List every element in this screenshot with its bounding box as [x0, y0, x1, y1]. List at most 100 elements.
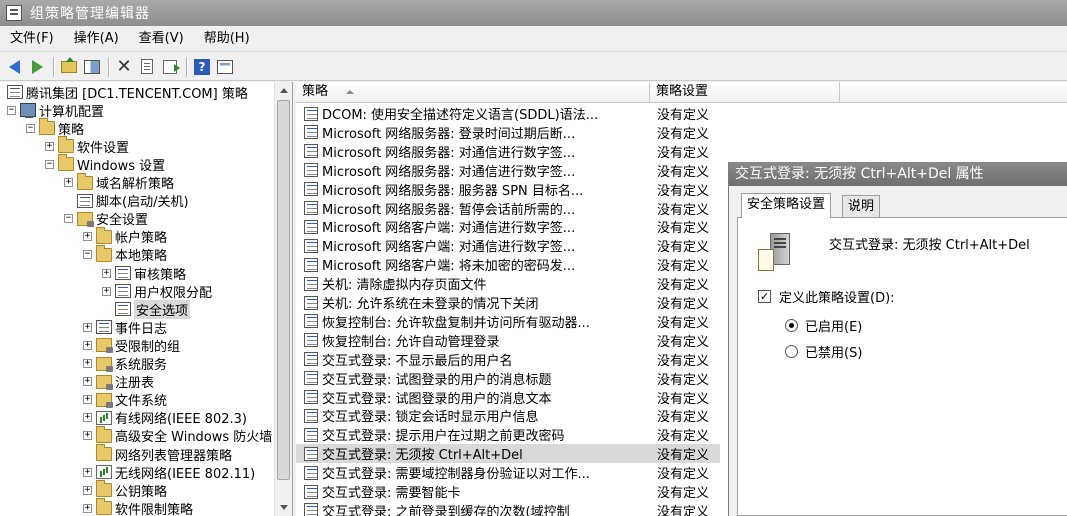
properties-icon — [141, 59, 153, 74]
tree-node[interactable]: 安全选项 — [102, 299, 191, 319]
menu-view[interactable]: 查看(V) — [129, 26, 194, 52]
lockfolder-icon — [77, 211, 94, 227]
policy-name: 交互式登录: 试图登录的用户的消息文本 — [322, 391, 552, 407]
tree-node[interactable]: − Windows 设置 — [45, 154, 165, 174]
policy-item-icon — [304, 408, 318, 423]
policy-item-icon — [304, 352, 318, 367]
bars-icon — [96, 410, 112, 425]
expand-icon[interactable]: + — [45, 141, 54, 151]
collapse-icon[interactable]: − — [64, 214, 73, 224]
radio-disabled[interactable] — [785, 345, 798, 358]
lockfolder-icon — [96, 392, 113, 408]
tree-node[interactable]: + 无线网络(IEEE 802.11) — [83, 463, 255, 482]
tree-node-label: 系统服务 — [115, 358, 168, 373]
tab-security-policy-setting[interactable]: 安全策略设置 — [741, 193, 832, 218]
expand-icon[interactable]: + — [83, 359, 92, 368]
tree-node-label: 安全设置 — [96, 213, 149, 229]
up-folder-icon — [61, 56, 77, 73]
table-row[interactable]: Microsoft 网络服务器: 对通信进行数字签... 没有定义 — [296, 142, 1067, 161]
tree-node[interactable]: + 受限制的组 — [83, 336, 180, 355]
console-button[interactable] — [214, 56, 236, 78]
sort-ascending-icon — [346, 90, 354, 94]
policy-item-icon — [304, 106, 318, 121]
tree-node[interactable]: 脚本(启动/关机) — [64, 192, 189, 210]
policy-setting: 没有定义 — [657, 372, 710, 388]
tree-node[interactable]: + 事件日志 — [83, 318, 167, 337]
tree-node[interactable]: − 策略 — [26, 118, 84, 138]
define-policy-checkbox[interactable]: ✓ — [758, 290, 771, 303]
tree-node[interactable]: − 本地策略 — [83, 244, 167, 264]
collapse-icon[interactable]: − — [7, 105, 16, 115]
table-row[interactable]: Microsoft 网络服务器: 登录时间过期后断... 没有定义 — [296, 123, 1067, 142]
define-policy-checkbox-row[interactable]: ✓ 定义此策略设置(D): — [758, 287, 895, 306]
tree-node[interactable]: + 软件设置 — [45, 136, 129, 156]
back-button[interactable] — [3, 56, 25, 78]
collapse-icon[interactable]: − — [83, 250, 92, 260]
policy-item-icon — [304, 333, 318, 348]
column-header-setting[interactable]: 策略设置 — [650, 82, 840, 103]
tree-node[interactable]: 腾讯集团 [DC1.TENCENT.COM] 策略 — [7, 83, 248, 102]
expand-icon[interactable]: + — [83, 340, 92, 350]
tree-node[interactable]: + 有线网络(IEEE 802.3) — [83, 409, 247, 427]
delete-button[interactable]: ✕ — [113, 56, 135, 78]
expand-icon[interactable]: + — [102, 268, 111, 278]
collapse-icon[interactable]: − — [26, 123, 35, 133]
tree-node[interactable]: + 高级安全 Windows 防火墙 — [83, 425, 272, 445]
toolbar-separator — [53, 56, 54, 77]
expand-icon[interactable]: + — [83, 503, 92, 513]
radio-disabled-row[interactable]: 已禁用(S) — [785, 342, 862, 361]
expand-icon[interactable]: + — [83, 377, 92, 387]
policy-name: 关机: 清除虚拟内存页面文件 — [322, 278, 487, 294]
column-header-policy[interactable]: 策略 — [296, 82, 650, 103]
policy-name: Microsoft 网络服务器: 暂停会话前所需的... — [322, 202, 576, 218]
tree-node[interactable]: 网络列表管理器策略 — [83, 444, 232, 464]
policy-name: 交互式登录: 无须按 Ctrl+Alt+Del — [322, 448, 523, 464]
expand-icon[interactable]: + — [83, 232, 92, 242]
expand-icon[interactable]: + — [83, 395, 92, 405]
scroll-down-button[interactable] — [275, 499, 292, 516]
show-hide-tree-button[interactable] — [81, 56, 103, 78]
tree-node[interactable]: + 帐户策略 — [83, 226, 167, 246]
expand-icon[interactable]: + — [83, 431, 92, 441]
tree-scrollbar[interactable] — [274, 82, 292, 516]
tree-node[interactable]: + 域名解析策略 — [64, 172, 174, 192]
table-row[interactable]: 交互式登录: 无须按 Ctrl+Alt+Del 没有定义 — [296, 444, 720, 464]
tree-node[interactable]: + 系统服务 — [83, 355, 167, 373]
scroll-up-button[interactable] — [275, 82, 292, 99]
expand-icon[interactable]: + — [83, 485, 92, 495]
chevron-down-icon — [279, 505, 288, 510]
export-list-button[interactable] — [159, 56, 181, 78]
expand-icon[interactable]: + — [83, 322, 92, 332]
menu-bar: 文件(F) 操作(A) 查看(V) 帮助(H) — [0, 26, 1067, 52]
expand-icon[interactable]: + — [102, 286, 111, 296]
table-row[interactable]: DCOM: 使用安全描述符定义语言(SDDL)语法... 没有定义 — [296, 104, 1067, 123]
policy-setting: 没有定义 — [657, 353, 710, 369]
help-button[interactable]: ? — [191, 56, 213, 78]
radio-enabled[interactable] — [785, 319, 798, 332]
menu-action[interactable]: 操作(A) — [64, 26, 129, 52]
tree-node[interactable]: + 软件限制策略 — [83, 498, 193, 516]
tree-node[interactable]: + 用户权限分配 — [102, 282, 212, 301]
policy-item-icon — [304, 390, 318, 404]
tree-node[interactable]: + 注册表 — [83, 373, 154, 391]
radio-enabled-row[interactable]: 已启用(E) — [785, 316, 862, 335]
tree-node[interactable]: − 安全设置 — [64, 210, 148, 228]
scrollbar-thumb[interactable] — [277, 100, 290, 480]
expand-icon[interactable]: + — [64, 178, 73, 187]
expand-icon[interactable]: + — [83, 467, 92, 477]
menu-file[interactable]: 文件(F) — [0, 26, 64, 52]
tree-node[interactable]: − 计算机配置 — [7, 101, 105, 120]
up-button[interactable] — [58, 56, 80, 78]
policy-setting: 没有定义 — [657, 221, 710, 237]
tree-node[interactable]: + 文件系统 — [83, 391, 167, 409]
expand-icon[interactable]: + — [83, 413, 92, 423]
menu-help[interactable]: 帮助(H) — [194, 26, 260, 52]
properties-button[interactable] — [136, 56, 158, 78]
tree-node-label: 计算机配置 — [39, 104, 105, 120]
policy-setting: 没有定义 — [657, 240, 710, 256]
tree-node[interactable]: + 公钥策略 — [83, 480, 167, 500]
forward-button[interactable] — [26, 56, 48, 78]
tree-node[interactable]: + 审核策略 — [102, 264, 186, 283]
collapse-icon[interactable]: − — [45, 159, 54, 169]
tab-explain[interactable]: 说明 — [842, 195, 881, 218]
